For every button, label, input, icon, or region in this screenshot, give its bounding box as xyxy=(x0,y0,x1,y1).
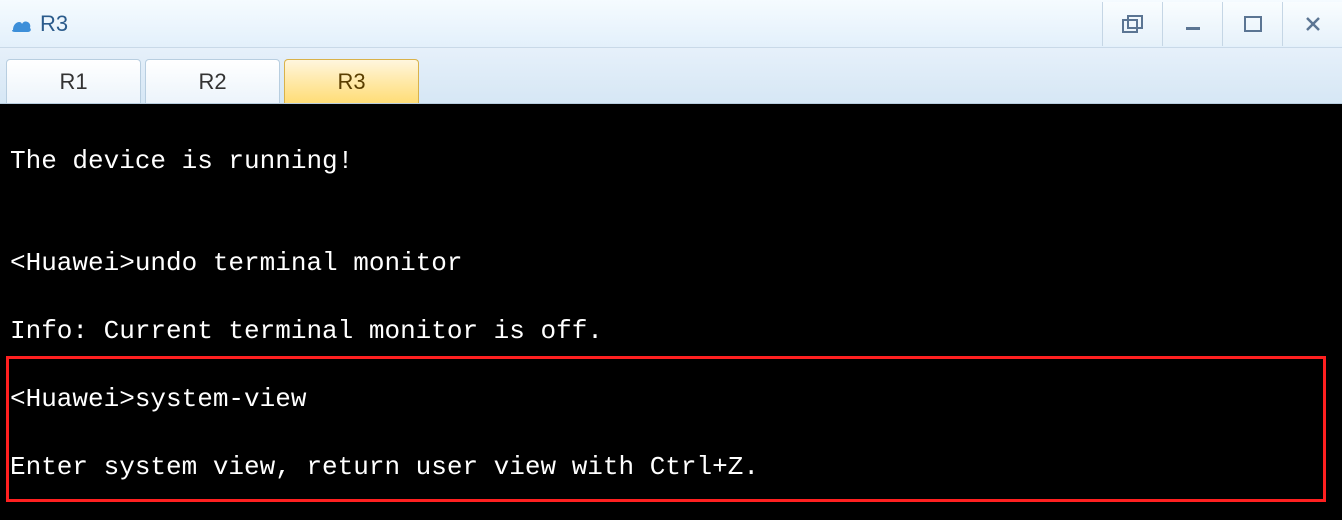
tab-label: R3 xyxy=(337,69,365,95)
window-controls xyxy=(1102,0,1342,48)
close-button[interactable] xyxy=(1282,2,1342,46)
window-title: R3 xyxy=(40,11,68,37)
terminal-line: <Huawei>system-view xyxy=(10,382,1332,416)
tab-label: R1 xyxy=(59,69,87,95)
tab-bar: R1 R2 R3 xyxy=(0,48,1342,104)
terminal-line: Info: Current terminal monitor is off. xyxy=(10,314,1332,348)
terminal-output[interactable]: The device is running! <Huawei>undo term… xyxy=(0,104,1342,520)
terminal-line: Enter system view, return user view with… xyxy=(10,450,1332,484)
app-icon xyxy=(8,12,34,36)
restore-window-button[interactable] xyxy=(1102,2,1162,46)
tab-r1[interactable]: R1 xyxy=(6,59,141,103)
tab-r2[interactable]: R2 xyxy=(145,59,280,103)
minimize-button[interactable] xyxy=(1162,2,1222,46)
maximize-button[interactable] xyxy=(1222,2,1282,46)
tab-label: R2 xyxy=(198,69,226,95)
tab-r3[interactable]: R3 xyxy=(284,59,419,103)
terminal-line: The device is running! xyxy=(10,144,1332,178)
title-bar: R3 xyxy=(0,0,1342,48)
terminal-line: <Huawei>undo terminal monitor xyxy=(10,246,1332,280)
